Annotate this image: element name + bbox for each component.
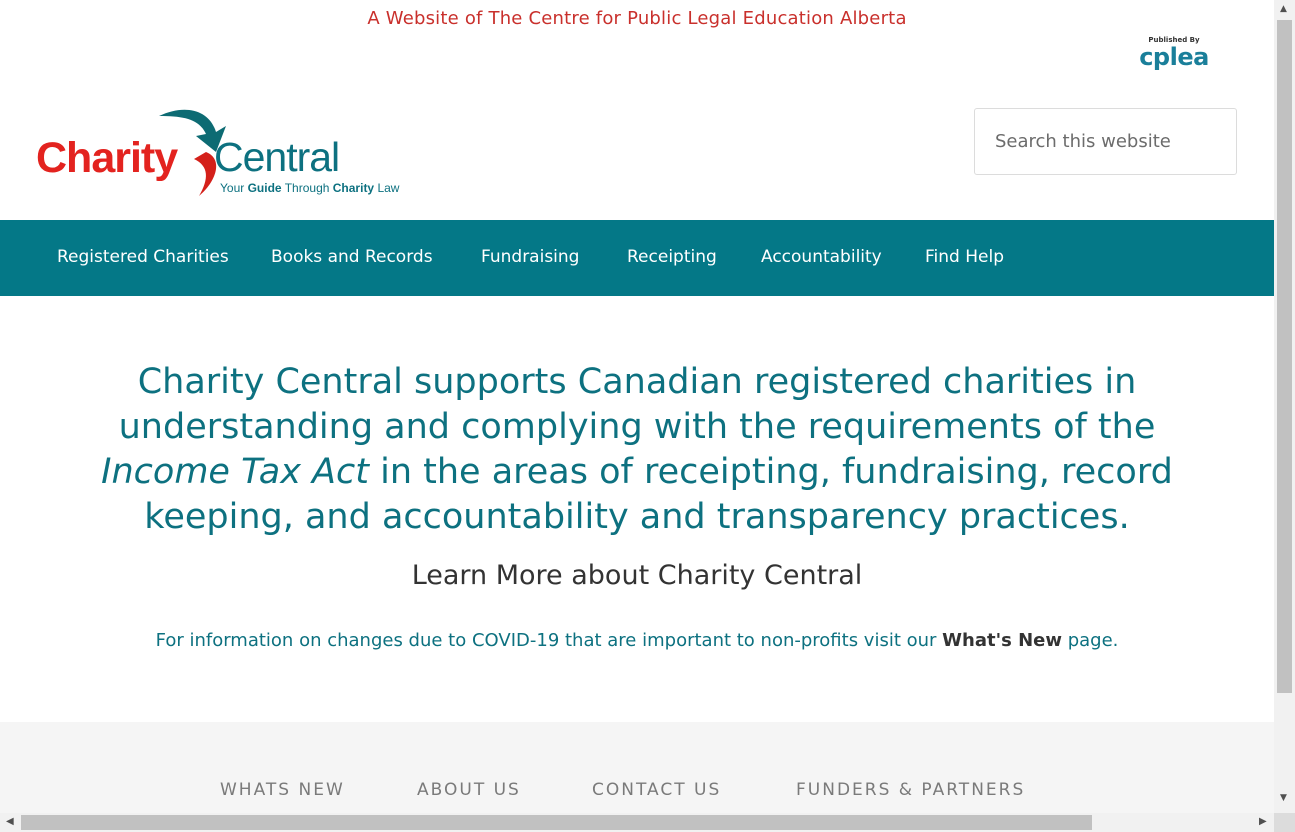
scroll-right-icon[interactable]: ▶: [1259, 816, 1267, 827]
horizontal-scroll-thumb[interactable]: [21, 815, 1092, 830]
nav-fundraising[interactable]: Fundraising: [481, 247, 579, 267]
logo-word-central: Central: [214, 134, 340, 180]
whats-new-link[interactable]: What's New: [942, 630, 1062, 651]
scroll-up-icon[interactable]: ▲: [1280, 4, 1287, 14]
top-banner: A Website of The Centre for Public Legal…: [367, 8, 907, 29]
page: A Website of The Centre for Public Legal…: [0, 0, 1274, 813]
scrollbar-corner: [1274, 813, 1295, 832]
income-tax-act: Income Tax Act: [101, 452, 369, 492]
nav-registered-charities[interactable]: Registered Charities: [57, 247, 229, 267]
hero-statement: Charity Central supports Canadian regist…: [101, 362, 1173, 537]
scroll-left-icon[interactable]: ◀: [6, 816, 14, 827]
logo-word-charity: Charity: [36, 134, 178, 182]
footer-whats-new[interactable]: WHATS NEW: [220, 780, 345, 800]
cplea-logo[interactable]: Published By cplea: [1138, 36, 1210, 70]
site-logo[interactable]: Charity Central Your Guide Through Chari…: [34, 104, 424, 204]
footer-about-us[interactable]: ABOUT US: [417, 780, 521, 800]
main-nav: Registered Charities Books and Records F…: [0, 220, 1274, 296]
nav-books-and-records[interactable]: Books and Records: [271, 247, 433, 267]
footer-funders-partners[interactable]: FUNDERS & PARTNERS: [796, 780, 1025, 800]
learn-more-link[interactable]: Learn More about Charity Central: [0, 560, 1274, 591]
cplea-brand: cplea: [1139, 43, 1209, 71]
nav-find-help[interactable]: Find Help: [925, 247, 1004, 267]
nav-accountability[interactable]: Accountability: [761, 247, 882, 267]
nav-receipting[interactable]: Receipting: [627, 247, 717, 267]
footer: WHATS NEW ABOUT US CONTACT US FUNDERS & …: [0, 722, 1274, 813]
search-input[interactable]: [974, 108, 1237, 175]
scroll-down-icon[interactable]: ▼: [1280, 793, 1287, 803]
horizontal-scrollbar[interactable]: ◀ ▶: [0, 813, 1274, 832]
logo-tagline: Your Guide Through Charity Law: [220, 181, 400, 195]
footer-contact-us[interactable]: CONTACT US: [592, 780, 721, 800]
covid-notice: For information on changes due to COVID-…: [155, 630, 1119, 651]
vertical-scrollbar[interactable]: ▲ ▼: [1274, 0, 1295, 813]
vertical-scroll-thumb[interactable]: [1277, 20, 1292, 693]
